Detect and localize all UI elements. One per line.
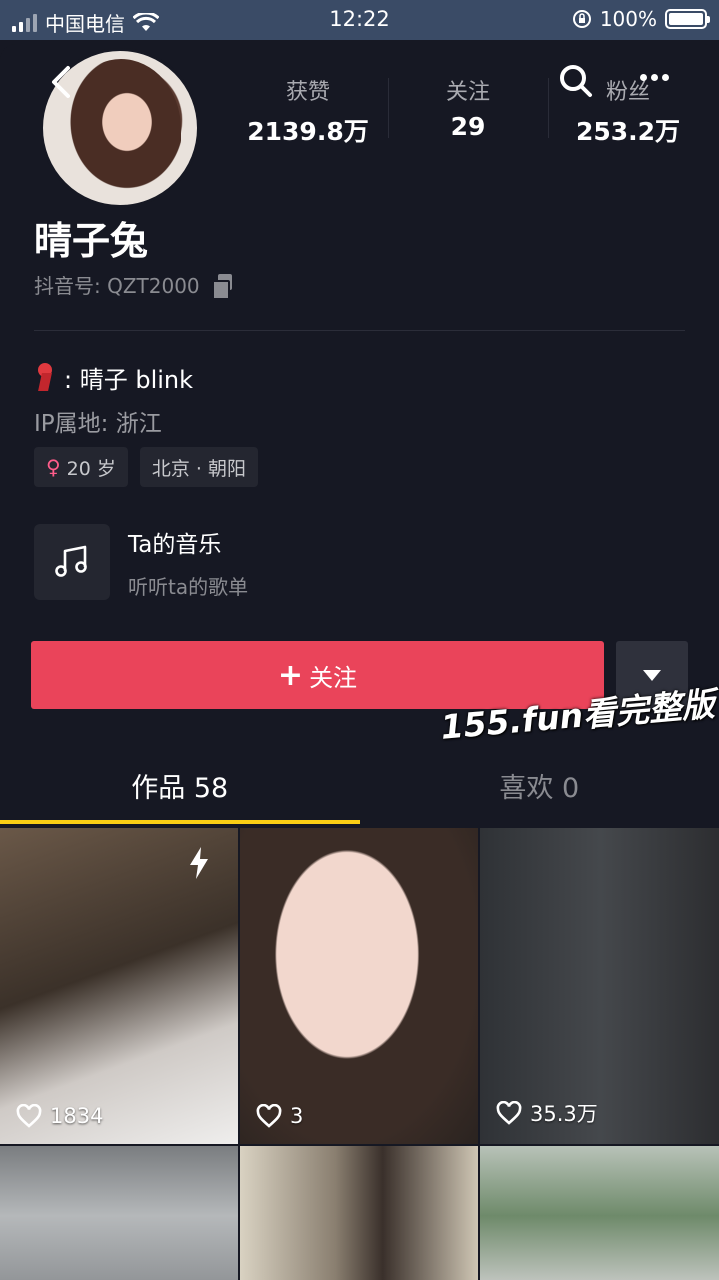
battery-icon	[665, 9, 710, 29]
video-likes: 1834	[16, 1104, 103, 1128]
more-options-icon[interactable]	[640, 74, 669, 81]
stat-value: 253.2万	[575, 117, 681, 146]
bio-text: : 晴子 blink	[64, 366, 194, 394]
douyin-id: 抖音号: QZT2000	[34, 270, 234, 300]
likes-count: 1834	[50, 1104, 104, 1128]
music-subtitle: 听听ta的歌单	[128, 574, 249, 599]
lightning-icon	[190, 847, 208, 879]
profile-name: 晴子兔	[34, 219, 149, 263]
stat-likes[interactable]: 获赞 2139.8万	[228, 74, 388, 148]
triangle-down-icon	[643, 669, 661, 681]
video-thumbnail[interactable]: 3	[240, 828, 478, 1144]
battery-level	[669, 13, 703, 25]
plus-icon: +	[277, 657, 304, 693]
profile-stats: 获赞 2139.8万 关注 29 粉丝 253.2万	[228, 74, 708, 148]
stat-value: 29	[450, 112, 486, 141]
douyin-id-text: 抖音号: QZT2000	[34, 274, 200, 298]
profile-card: 获赞 2139.8万 关注 29 粉丝 253.2万 晴子兔 抖音号: QZT2…	[0, 44, 719, 1280]
follow-label: 关注	[309, 663, 358, 692]
status-right: 100%	[572, 7, 710, 31]
status-bar: 中国电信 12:22 100%	[0, 0, 719, 40]
tag-location-text: 北京 · 朝阳	[151, 457, 246, 480]
music-text: Ta的音乐 听听ta的歌单	[128, 525, 248, 600]
heart-icon	[16, 1104, 42, 1128]
divider	[34, 330, 685, 331]
likes-count: 3	[290, 1104, 304, 1128]
tab-likes[interactable]: 喜欢 0	[360, 764, 719, 826]
battery-percent: 100%	[599, 7, 657, 31]
video-thumbnail[interactable]: 35.3万	[480, 828, 719, 1144]
copy-icon[interactable]	[211, 273, 234, 300]
video-thumbnail[interactable]	[0, 1146, 238, 1280]
ip-location: IP属地: 浙江	[34, 411, 162, 437]
content-tabs: 作品 58 喜欢 0	[0, 764, 719, 826]
back-arrow-icon[interactable]	[44, 62, 78, 102]
tag-age: ♀ 20 岁	[34, 447, 128, 487]
stat-label: 关注	[445, 80, 490, 105]
female-icon: ♀	[46, 455, 61, 479]
video-thumbnail[interactable]	[480, 1146, 719, 1280]
profile-tags: ♀ 20 岁 北京 · 朝阳	[34, 447, 258, 487]
likes-count: 35.3万	[530, 1102, 598, 1126]
stat-value: 2139.8万	[247, 117, 369, 146]
stat-label: 获赞	[285, 80, 330, 105]
tab-indicator	[0, 820, 360, 824]
video-likes: 3	[256, 1104, 303, 1128]
rotation-lock-icon	[572, 10, 591, 28]
music-icon-box	[34, 524, 110, 600]
music-title: Ta的音乐	[128, 531, 222, 558]
video-likes: 35.3万	[496, 1098, 598, 1128]
tag-location: 北京 · 朝阳	[139, 447, 258, 487]
video-thumbnail[interactable]: 1834	[0, 828, 238, 1144]
video-thumbnail[interactable]	[240, 1146, 478, 1280]
ribbon-icon	[34, 362, 56, 393]
search-icon[interactable]	[557, 62, 595, 100]
tag-age-text: 20 岁	[66, 457, 116, 480]
stat-following[interactable]: 关注 29	[388, 74, 548, 148]
heart-icon	[256, 1104, 282, 1128]
bio: : 晴子 blink	[34, 360, 193, 395]
music-note-icon	[55, 545, 87, 577]
music-entry[interactable]: Ta的音乐 听听ta的歌单	[34, 524, 248, 600]
video-grid: 1834 3 35.3万	[0, 828, 719, 1280]
heart-icon	[496, 1101, 522, 1125]
tab-works[interactable]: 作品 58	[0, 764, 360, 826]
